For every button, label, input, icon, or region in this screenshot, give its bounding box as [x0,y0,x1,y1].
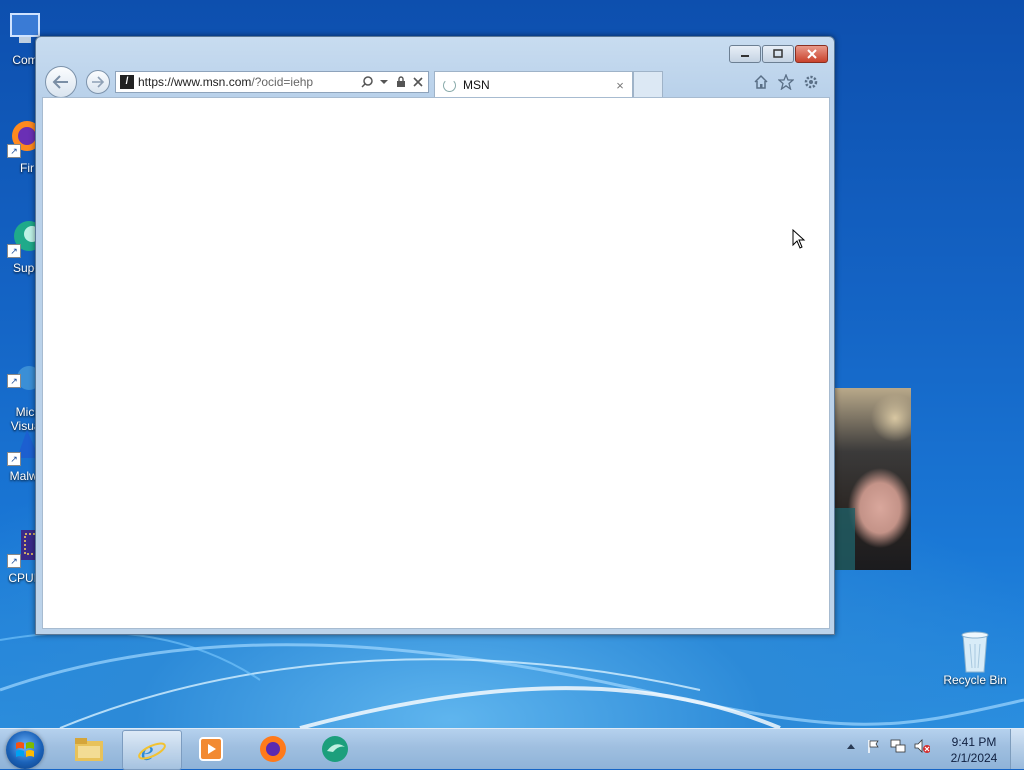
internet-explorer-icon: e [138,736,166,765]
tab-close-button[interactable]: × [614,78,626,93]
minimize-icon [741,55,749,57]
star-icon [778,74,794,90]
file-explorer-icon [75,738,103,761]
tray-volume[interactable] [914,738,930,754]
taskbar-internet-explorer[interactable]: e [122,730,182,770]
dropdown-arrow-icon[interactable] [377,75,391,89]
tab-msn[interactable]: MSN × [434,71,633,98]
address-bar[interactable]: / https://www.msn.com/?ocid=iehp [115,71,429,93]
photo-detail [835,508,855,570]
back-arrow-icon [52,75,68,89]
shortcut-arrow-icon: ↗ [7,452,21,466]
browser-window[interactable]: / https://www.msn.com/?ocid=iehp MSN × [35,36,835,635]
close-icon [806,49,817,59]
taskbar: e 9:41 PM 2/1/2024 [0,728,1024,770]
taskbar-firefox[interactable] [244,730,302,768]
gear-icon [804,75,818,89]
tab-title: MSN [463,78,490,92]
tray-network[interactable] [890,738,906,754]
show-desktop-button[interactable] [1010,729,1024,769]
windows-logo-icon [16,742,34,757]
favorites-button[interactable] [777,73,795,91]
shortcut-arrow-icon: ↗ [7,554,21,568]
browser-app-icon [322,736,348,762]
page-content[interactable] [42,97,830,629]
taskbar-media-player[interactable] [182,730,240,768]
system-clock[interactable]: 9:41 PM 2/1/2024 [944,734,1004,766]
restore-icon [773,49,783,58]
forward-button[interactable] [86,70,110,94]
shortcut-arrow-icon: ↗ [7,244,21,258]
back-button[interactable] [45,66,77,98]
start-button[interactable] [6,731,44,769]
desktop-icon-recycle-bin[interactable]: Recycle Bin [938,630,1012,687]
media-player-icon [199,737,223,761]
search-icon[interactable] [360,75,374,89]
close-button[interactable] [795,45,828,63]
network-icon [890,739,906,753]
taskbar-file-explorer[interactable] [60,730,118,768]
show-hidden-icons-button[interactable] [843,738,859,754]
desktop-icon-label: Recycle Bin [943,673,1007,687]
taskbar-browser-app[interactable] [306,730,364,768]
shortcut-arrow-icon: ↗ [7,144,21,158]
maximize-button[interactable] [762,45,794,63]
chevron-up-icon [847,744,855,749]
window-controls [728,45,828,63]
photo-window[interactable] [835,388,911,570]
stop-icon[interactable] [411,75,425,89]
volume-muted-icon [914,739,930,753]
clock-time: 9:41 PM [951,735,997,749]
new-tab-button[interactable] [633,71,663,97]
forward-arrow-icon [92,76,105,88]
address-url[interactable]: https://www.msn.com/?ocid=iehp [138,75,360,89]
lock-icon[interactable] [394,75,408,89]
shortcut-arrow-icon: ↗ [7,374,21,388]
home-button[interactable] [752,73,770,91]
url-path: /?ocid=iehp [251,75,314,89]
minimize-button[interactable] [729,45,761,63]
loading-spinner-icon [443,78,456,92]
tray-action-center[interactable] [866,738,882,754]
clock-date: 2/1/2024 [950,751,998,765]
mouse-cursor-icon [792,229,806,249]
url-host: https://www.msn.com [138,75,252,89]
flag-icon [868,740,879,753]
home-icon [754,74,768,89]
msn-favicon-icon: / [120,75,134,89]
recycle-bin-icon [955,630,995,673]
tools-button[interactable] [802,73,820,91]
firefox-icon [260,736,286,762]
